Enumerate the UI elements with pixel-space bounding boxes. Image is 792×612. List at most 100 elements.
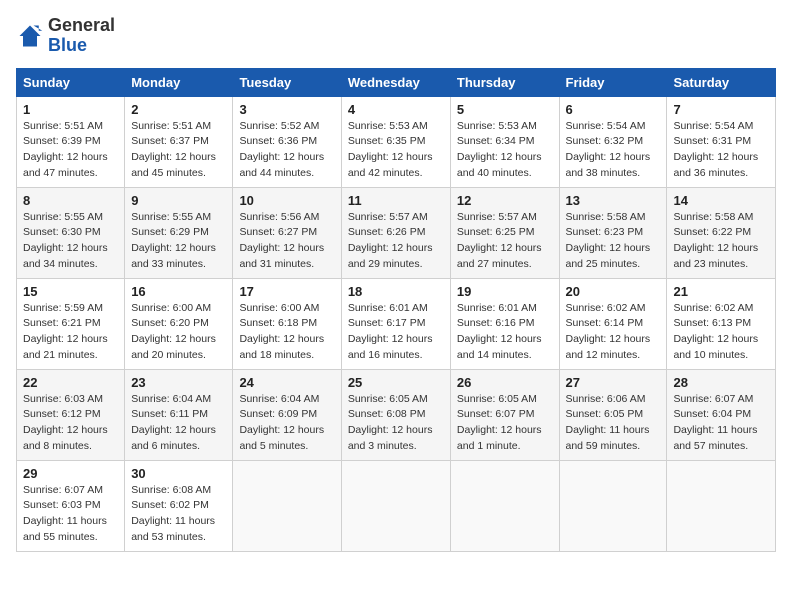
day-info: Sunrise: 5:55 AMSunset: 6:30 PMDaylight:… <box>23 211 108 270</box>
calendar-cell: 1 Sunrise: 5:51 AMSunset: 6:39 PMDayligh… <box>17 96 125 187</box>
day-number: 9 <box>131 193 226 208</box>
logo-text: General Blue <box>48 16 115 56</box>
calendar-cell: 3 Sunrise: 5:52 AMSunset: 6:36 PMDayligh… <box>233 96 341 187</box>
day-number: 15 <box>23 284 118 299</box>
day-info: Sunrise: 5:58 AMSunset: 6:23 PMDaylight:… <box>566 211 651 270</box>
day-info: Sunrise: 5:53 AMSunset: 6:34 PMDaylight:… <box>457 120 542 179</box>
calendar-cell: 8 Sunrise: 5:55 AMSunset: 6:30 PMDayligh… <box>17 187 125 278</box>
day-number: 6 <box>566 102 661 117</box>
weekday-header-friday: Friday <box>559 68 667 96</box>
day-number: 22 <box>23 375 118 390</box>
day-info: Sunrise: 5:55 AMSunset: 6:29 PMDaylight:… <box>131 211 216 270</box>
calendar-cell: 13 Sunrise: 5:58 AMSunset: 6:23 PMDaylig… <box>559 187 667 278</box>
weekday-header-tuesday: Tuesday <box>233 68 341 96</box>
calendar-cell <box>559 460 667 551</box>
calendar-week-1: 1 Sunrise: 5:51 AMSunset: 6:39 PMDayligh… <box>17 96 776 187</box>
day-info: Sunrise: 6:01 AMSunset: 6:16 PMDaylight:… <box>457 302 542 361</box>
calendar-cell: 14 Sunrise: 5:58 AMSunset: 6:22 PMDaylig… <box>667 187 776 278</box>
day-info: Sunrise: 6:02 AMSunset: 6:14 PMDaylight:… <box>566 302 651 361</box>
day-number: 19 <box>457 284 553 299</box>
calendar-cell: 9 Sunrise: 5:55 AMSunset: 6:29 PMDayligh… <box>125 187 233 278</box>
calendar-cell <box>450 460 559 551</box>
day-number: 12 <box>457 193 553 208</box>
day-number: 24 <box>239 375 334 390</box>
calendar-week-5: 29 Sunrise: 6:07 AMSunset: 6:03 PMDaylig… <box>17 460 776 551</box>
calendar-cell: 2 Sunrise: 5:51 AMSunset: 6:37 PMDayligh… <box>125 96 233 187</box>
day-number: 2 <box>131 102 226 117</box>
day-number: 20 <box>566 284 661 299</box>
calendar-cell: 17 Sunrise: 6:00 AMSunset: 6:18 PMDaylig… <box>233 278 341 369</box>
calendar-cell: 26 Sunrise: 6:05 AMSunset: 6:07 PMDaylig… <box>450 369 559 460</box>
day-info: Sunrise: 6:04 AMSunset: 6:09 PMDaylight:… <box>239 393 324 452</box>
day-number: 18 <box>348 284 444 299</box>
day-info: Sunrise: 5:51 AMSunset: 6:37 PMDaylight:… <box>131 120 216 179</box>
day-info: Sunrise: 6:07 AMSunset: 6:03 PMDaylight:… <box>23 484 107 543</box>
day-number: 3 <box>239 102 334 117</box>
day-info: Sunrise: 6:08 AMSunset: 6:02 PMDaylight:… <box>131 484 215 543</box>
calendar-cell: 27 Sunrise: 6:06 AMSunset: 6:05 PMDaylig… <box>559 369 667 460</box>
weekday-header-wednesday: Wednesday <box>341 68 450 96</box>
calendar-cell: 24 Sunrise: 6:04 AMSunset: 6:09 PMDaylig… <box>233 369 341 460</box>
day-info: Sunrise: 5:57 AMSunset: 6:26 PMDaylight:… <box>348 211 433 270</box>
day-info: Sunrise: 5:57 AMSunset: 6:25 PMDaylight:… <box>457 211 542 270</box>
calendar-cell: 11 Sunrise: 5:57 AMSunset: 6:26 PMDaylig… <box>341 187 450 278</box>
calendar-cell <box>233 460 341 551</box>
day-info: Sunrise: 6:03 AMSunset: 6:12 PMDaylight:… <box>23 393 108 452</box>
calendar-cell <box>667 460 776 551</box>
logo-blue: Blue <box>48 35 87 55</box>
day-number: 29 <box>23 466 118 481</box>
calendar-cell <box>341 460 450 551</box>
day-number: 25 <box>348 375 444 390</box>
day-number: 30 <box>131 466 226 481</box>
day-number: 10 <box>239 193 334 208</box>
day-info: Sunrise: 5:56 AMSunset: 6:27 PMDaylight:… <box>239 211 324 270</box>
day-info: Sunrise: 6:02 AMSunset: 6:13 PMDaylight:… <box>673 302 758 361</box>
calendar-cell: 18 Sunrise: 6:01 AMSunset: 6:17 PMDaylig… <box>341 278 450 369</box>
logo-icon <box>16 22 44 50</box>
day-info: Sunrise: 6:07 AMSunset: 6:04 PMDaylight:… <box>673 393 757 452</box>
calendar-cell: 29 Sunrise: 6:07 AMSunset: 6:03 PMDaylig… <box>17 460 125 551</box>
day-number: 17 <box>239 284 334 299</box>
logo-general: General <box>48 15 115 35</box>
day-number: 13 <box>566 193 661 208</box>
day-info: Sunrise: 5:51 AMSunset: 6:39 PMDaylight:… <box>23 120 108 179</box>
calendar-cell: 23 Sunrise: 6:04 AMSunset: 6:11 PMDaylig… <box>125 369 233 460</box>
day-number: 26 <box>457 375 553 390</box>
day-number: 16 <box>131 284 226 299</box>
day-info: Sunrise: 5:59 AMSunset: 6:21 PMDaylight:… <box>23 302 108 361</box>
calendar-week-4: 22 Sunrise: 6:03 AMSunset: 6:12 PMDaylig… <box>17 369 776 460</box>
day-number: 1 <box>23 102 118 117</box>
logo: General Blue <box>16 16 115 56</box>
calendar-header: SundayMondayTuesdayWednesdayThursdayFrid… <box>17 68 776 96</box>
calendar-cell: 4 Sunrise: 5:53 AMSunset: 6:35 PMDayligh… <box>341 96 450 187</box>
day-number: 23 <box>131 375 226 390</box>
day-info: Sunrise: 5:52 AMSunset: 6:36 PMDaylight:… <box>239 120 324 179</box>
calendar-cell: 19 Sunrise: 6:01 AMSunset: 6:16 PMDaylig… <box>450 278 559 369</box>
day-info: Sunrise: 6:06 AMSunset: 6:05 PMDaylight:… <box>566 393 650 452</box>
calendar-cell: 21 Sunrise: 6:02 AMSunset: 6:13 PMDaylig… <box>667 278 776 369</box>
calendar-table: SundayMondayTuesdayWednesdayThursdayFrid… <box>16 68 776 552</box>
calendar-cell: 16 Sunrise: 6:00 AMSunset: 6:20 PMDaylig… <box>125 278 233 369</box>
calendar-cell: 12 Sunrise: 5:57 AMSunset: 6:25 PMDaylig… <box>450 187 559 278</box>
day-info: Sunrise: 6:05 AMSunset: 6:07 PMDaylight:… <box>457 393 542 452</box>
weekday-header-thursday: Thursday <box>450 68 559 96</box>
day-number: 27 <box>566 375 661 390</box>
calendar-cell: 7 Sunrise: 5:54 AMSunset: 6:31 PMDayligh… <box>667 96 776 187</box>
day-info: Sunrise: 6:05 AMSunset: 6:08 PMDaylight:… <box>348 393 433 452</box>
day-info: Sunrise: 5:58 AMSunset: 6:22 PMDaylight:… <box>673 211 758 270</box>
calendar-cell: 25 Sunrise: 6:05 AMSunset: 6:08 PMDaylig… <box>341 369 450 460</box>
day-info: Sunrise: 6:01 AMSunset: 6:17 PMDaylight:… <box>348 302 433 361</box>
calendar-cell: 5 Sunrise: 5:53 AMSunset: 6:34 PMDayligh… <box>450 96 559 187</box>
calendar-cell: 22 Sunrise: 6:03 AMSunset: 6:12 PMDaylig… <box>17 369 125 460</box>
page-header: General Blue <box>16 16 776 56</box>
day-number: 7 <box>673 102 769 117</box>
calendar-cell: 6 Sunrise: 5:54 AMSunset: 6:32 PMDayligh… <box>559 96 667 187</box>
weekday-header-monday: Monday <box>125 68 233 96</box>
day-number: 21 <box>673 284 769 299</box>
calendar-cell: 28 Sunrise: 6:07 AMSunset: 6:04 PMDaylig… <box>667 369 776 460</box>
calendar-week-3: 15 Sunrise: 5:59 AMSunset: 6:21 PMDaylig… <box>17 278 776 369</box>
calendar-cell: 15 Sunrise: 5:59 AMSunset: 6:21 PMDaylig… <box>17 278 125 369</box>
weekday-header-saturday: Saturday <box>667 68 776 96</box>
day-number: 8 <box>23 193 118 208</box>
calendar-week-2: 8 Sunrise: 5:55 AMSunset: 6:30 PMDayligh… <box>17 187 776 278</box>
